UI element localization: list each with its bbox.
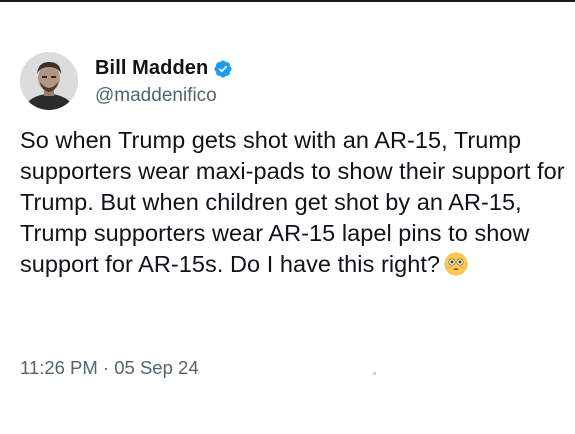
tweet-header: Bill Madden @maddenifico (20, 52, 233, 110)
image-speck (373, 372, 376, 375)
verified-badge-icon (214, 59, 232, 78)
tweet-text-content: So when Trump gets shot with an AR-15, T… (20, 127, 565, 277)
name-row: Bill Madden (95, 56, 233, 82)
handle[interactable]: @maddenifico (95, 85, 233, 107)
avatar[interactable] (20, 52, 78, 110)
flushed-face-icon (444, 252, 468, 276)
author-names: Bill Madden @maddenifico (95, 56, 233, 107)
tweet-text: So when Trump gets shot with an AR-15, T… (20, 125, 565, 280)
post-timestamp[interactable]: 11:26 PM · 05 Sep 24 (20, 357, 199, 379)
display-name[interactable]: Bill Madden (95, 57, 208, 80)
tweet-card: Bill Madden @maddenifico So when Trump g… (0, 0, 575, 434)
avatar-photo-icon (20, 52, 78, 110)
